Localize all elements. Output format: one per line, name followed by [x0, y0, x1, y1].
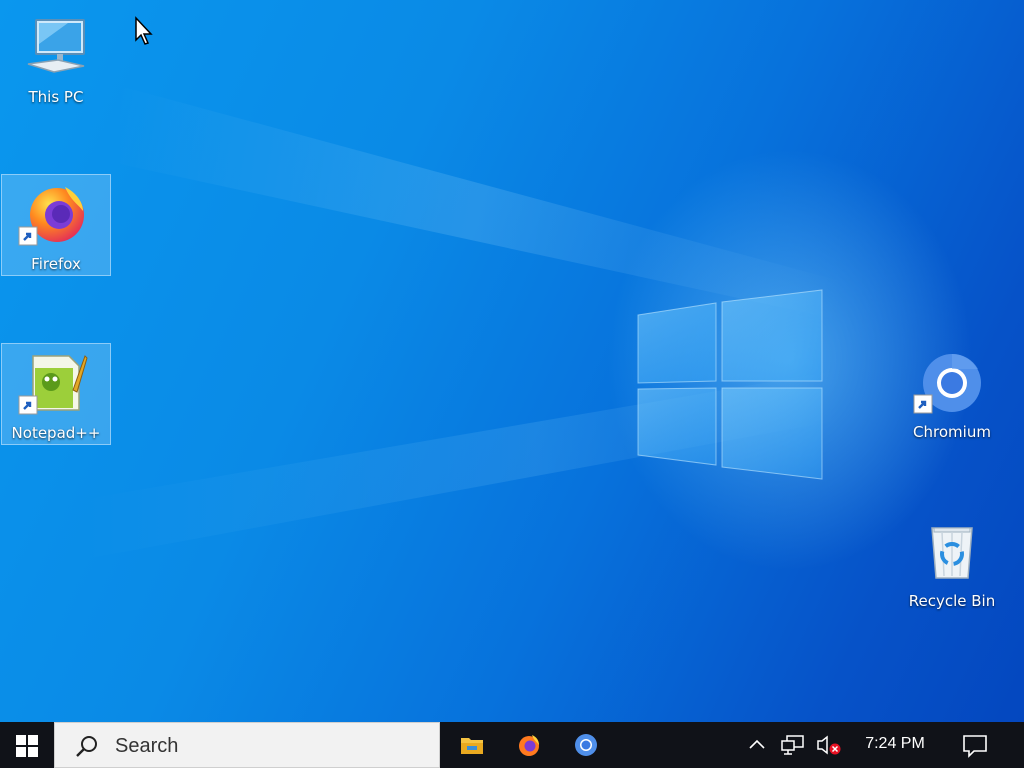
mouse-cursor-icon [135, 16, 153, 45]
taskbar-search-box[interactable]: Search [54, 722, 440, 768]
start-button[interactable] [0, 722, 54, 768]
desktop-icon-label: Recycle Bin [908, 592, 996, 610]
recycle-bin-icon [931, 527, 973, 579]
desktop-icon-chromium[interactable]: Chromium [897, 343, 1007, 445]
file-explorer-icon [461, 738, 483, 754]
wallpaper-light-beam [120, 86, 840, 320]
taskbar: Search 7:24 PM [0, 722, 1024, 768]
windows-logo-wallpaper [637, 289, 823, 480]
speaker-muted-icon [817, 735, 841, 755]
desktop-icon-this-pc[interactable]: This PC [1, 8, 111, 110]
taskbar-app-firefox[interactable] [504, 722, 554, 768]
desktop-icon-label: Notepad++ [11, 424, 101, 442]
desktop-icon-recycle-bin[interactable]: Recycle Bin [897, 512, 1007, 614]
desktop-icon-notepadpp[interactable]: Notepad++ [1, 343, 111, 445]
search-placeholder: Search [115, 735, 179, 757]
notification-icon [963, 735, 987, 758]
chromium-icon [575, 734, 597, 756]
action-center-button[interactable] [955, 722, 995, 768]
taskbar-app-chromium[interactable] [561, 722, 611, 768]
taskbar-app-file-explorer[interactable] [447, 722, 497, 768]
firefox-icon [519, 735, 539, 756]
network-icon [781, 735, 804, 755]
computer-icon [27, 19, 85, 73]
desktop[interactable]: This PC Firefox Notepad++ Chromium Recyc… [0, 0, 1024, 722]
chevron-up-icon [749, 739, 765, 749]
search-icon [76, 736, 97, 757]
shortcut-arrow-icon [18, 395, 38, 415]
shortcut-arrow-icon [18, 226, 38, 246]
desktop-icon-label: Firefox [31, 255, 81, 273]
windows-start-icon [16, 735, 38, 757]
shortcut-arrow-icon [913, 394, 933, 414]
desktop-icon-label: This PC [28, 88, 84, 106]
taskbar-clock[interactable]: 7:24 PM [850, 735, 940, 753]
volume-button[interactable] [814, 722, 844, 768]
network-status-button[interactable] [778, 722, 808, 768]
desktop-icon-label: Chromium [913, 423, 991, 441]
show-hidden-icons-button[interactable] [745, 722, 769, 768]
desktop-icon-firefox[interactable]: Firefox [1, 174, 111, 276]
